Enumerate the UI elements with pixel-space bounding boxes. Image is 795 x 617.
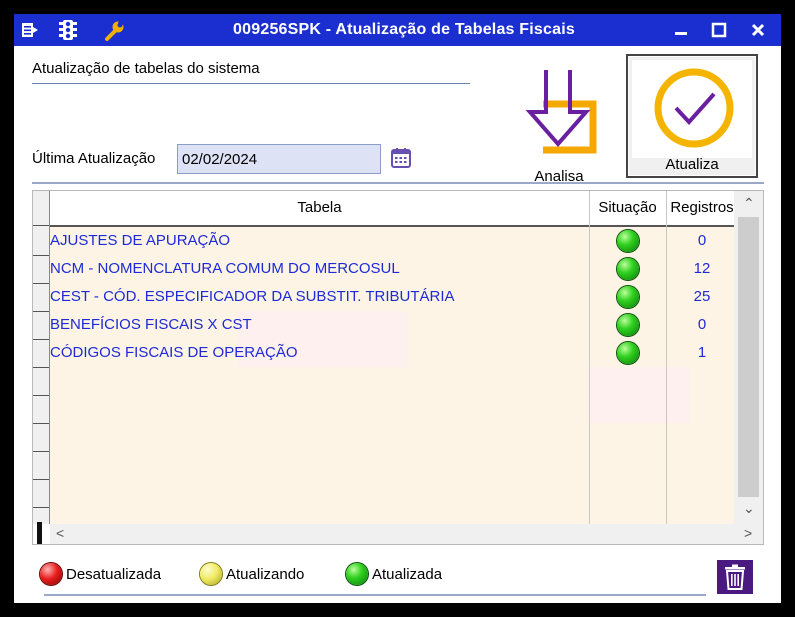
footer-divider bbox=[44, 594, 706, 596]
legend-desatualizada: Desatualizada bbox=[40, 563, 161, 585]
cell-registros: 1 bbox=[697, 344, 707, 361]
last-update-field[interactable] bbox=[177, 144, 381, 174]
atualiza-label: Atualiza bbox=[665, 156, 719, 173]
table-row[interactable]: CEST - CÓD. ESPECIFICADOR DA SUBSTIT. TR… bbox=[50, 283, 734, 311]
cell-registros: 0 bbox=[697, 232, 707, 249]
horizontal-scrollbar[interactable]: < > bbox=[50, 524, 763, 544]
row-divider bbox=[33, 367, 49, 368]
row-divider bbox=[33, 339, 49, 340]
status-green-icon bbox=[616, 314, 639, 336]
row-divider bbox=[33, 283, 49, 284]
row-divider bbox=[33, 423, 49, 424]
close-icon[interactable] bbox=[743, 18, 773, 42]
cell-tabela: CÓDIGOS FISCAIS DE OPERAÇÃO bbox=[50, 344, 298, 361]
last-update-label: Última Atualização bbox=[32, 150, 156, 167]
status-red-icon bbox=[40, 563, 62, 585]
cell-situacao bbox=[589, 230, 666, 252]
column-header-tabela[interactable]: Tabela bbox=[50, 191, 589, 225]
scroll-up-icon[interactable]: ⌃ bbox=[743, 194, 755, 212]
cell-tabela: BENEFÍCIOS FISCAIS X CST bbox=[50, 316, 252, 333]
cell-situacao bbox=[589, 342, 666, 364]
status-yellow-icon bbox=[200, 563, 222, 585]
status-green-icon bbox=[616, 286, 639, 308]
header-divider bbox=[32, 182, 764, 184]
cell-registros: 12 bbox=[693, 260, 711, 277]
cell-registros: 25 bbox=[693, 288, 711, 305]
table-row[interactable]: NCM - NOMENCLATURA COMUM DO MERCOSUL 12 bbox=[50, 255, 734, 283]
main-window: 009256SPK - Atualização de Tabelas Fisca… bbox=[14, 14, 781, 603]
minimize-icon[interactable] bbox=[666, 18, 696, 42]
scroll-down-icon[interactable]: ⌄ bbox=[743, 499, 755, 517]
table-row[interactable]: CÓDIGOS FISCAIS DE OPERAÇÃO 1 bbox=[50, 339, 734, 367]
row-divider bbox=[33, 255, 49, 256]
column-divider bbox=[589, 191, 590, 524]
analisa-button[interactable]: Analisa bbox=[504, 54, 624, 185]
scroll-right-icon[interactable]: > bbox=[744, 524, 752, 542]
table-row[interactable]: BENEFÍCIOS FISCAIS X CST 0 bbox=[50, 311, 734, 339]
row-divider bbox=[33, 451, 49, 452]
scroll-left-icon[interactable]: < bbox=[56, 524, 64, 542]
row-divider bbox=[33, 311, 49, 312]
legend-atualizada-label: Atualizada bbox=[372, 565, 443, 583]
cell-situacao bbox=[589, 314, 666, 336]
tables-grid[interactable]: Tabela Situação Registros AJUSTES DE APU… bbox=[32, 190, 764, 545]
column-header-registros[interactable]: Registros bbox=[666, 191, 738, 225]
cell-situacao bbox=[589, 258, 666, 280]
cell-tabela: AJUSTES DE APURAÇÃO bbox=[50, 232, 231, 249]
legend-atualizando-label: Atualizando bbox=[226, 565, 305, 583]
row-divider bbox=[33, 395, 49, 396]
row-divider bbox=[33, 225, 49, 226]
legend-atualizada: Atualizada bbox=[346, 563, 442, 585]
wrench-icon[interactable] bbox=[102, 18, 126, 42]
title-bar: 009256SPK - Atualização de Tabelas Fisca… bbox=[14, 14, 781, 46]
traffic-light-icon[interactable] bbox=[56, 18, 80, 42]
download-arrow-icon bbox=[525, 70, 597, 154]
atualiza-button-face bbox=[632, 60, 752, 158]
vertical-scroll-thumb[interactable] bbox=[738, 217, 759, 497]
window-title: 009256SPK - Atualização de Tabelas Fisca… bbox=[233, 21, 575, 38]
trash-button[interactable] bbox=[717, 560, 753, 594]
maximize-icon[interactable] bbox=[704, 18, 734, 42]
row-header-column bbox=[33, 191, 50, 524]
status-green-icon bbox=[616, 342, 639, 364]
grid-body: AJUSTES DE APURAÇÃO 0 NCM - NOMENCLATURA… bbox=[50, 227, 734, 524]
current-row-marker bbox=[37, 522, 42, 544]
table-row[interactable]: AJUSTES DE APURAÇÃO 0 bbox=[50, 227, 734, 255]
export-icon[interactable] bbox=[18, 18, 42, 42]
column-header-situacao[interactable]: Situação bbox=[589, 191, 666, 225]
calendar-icon[interactable] bbox=[390, 147, 412, 169]
grid-header: Tabela Situação Registros bbox=[50, 191, 734, 227]
cell-situacao bbox=[589, 286, 666, 308]
section-label: Atualização de tabelas do sistema bbox=[32, 60, 260, 77]
legend-desatualizada-label: Desatualizada bbox=[66, 565, 162, 583]
column-divider bbox=[666, 191, 667, 524]
atualiza-button[interactable]: Atualiza bbox=[626, 54, 758, 178]
status-green-icon bbox=[616, 258, 639, 280]
trash-icon bbox=[725, 564, 745, 590]
row-divider bbox=[33, 507, 49, 508]
legend-atualizando: Atualizando bbox=[200, 563, 304, 585]
cell-tabela: NCM - NOMENCLATURA COMUM DO MERCOSUL bbox=[50, 260, 400, 277]
status-green-icon bbox=[346, 563, 368, 585]
section-divider bbox=[32, 83, 470, 84]
cell-tabela: CEST - CÓD. ESPECIFICADOR DA SUBSTIT. TR… bbox=[50, 288, 455, 305]
vertical-scrollbar[interactable]: ⌃ ⌄ bbox=[734, 191, 763, 524]
status-green-icon bbox=[616, 230, 639, 252]
cell-registros: 0 bbox=[697, 316, 707, 333]
row-divider bbox=[33, 479, 49, 480]
row-highlight bbox=[590, 367, 690, 423]
checkmark-icon bbox=[654, 68, 734, 148]
